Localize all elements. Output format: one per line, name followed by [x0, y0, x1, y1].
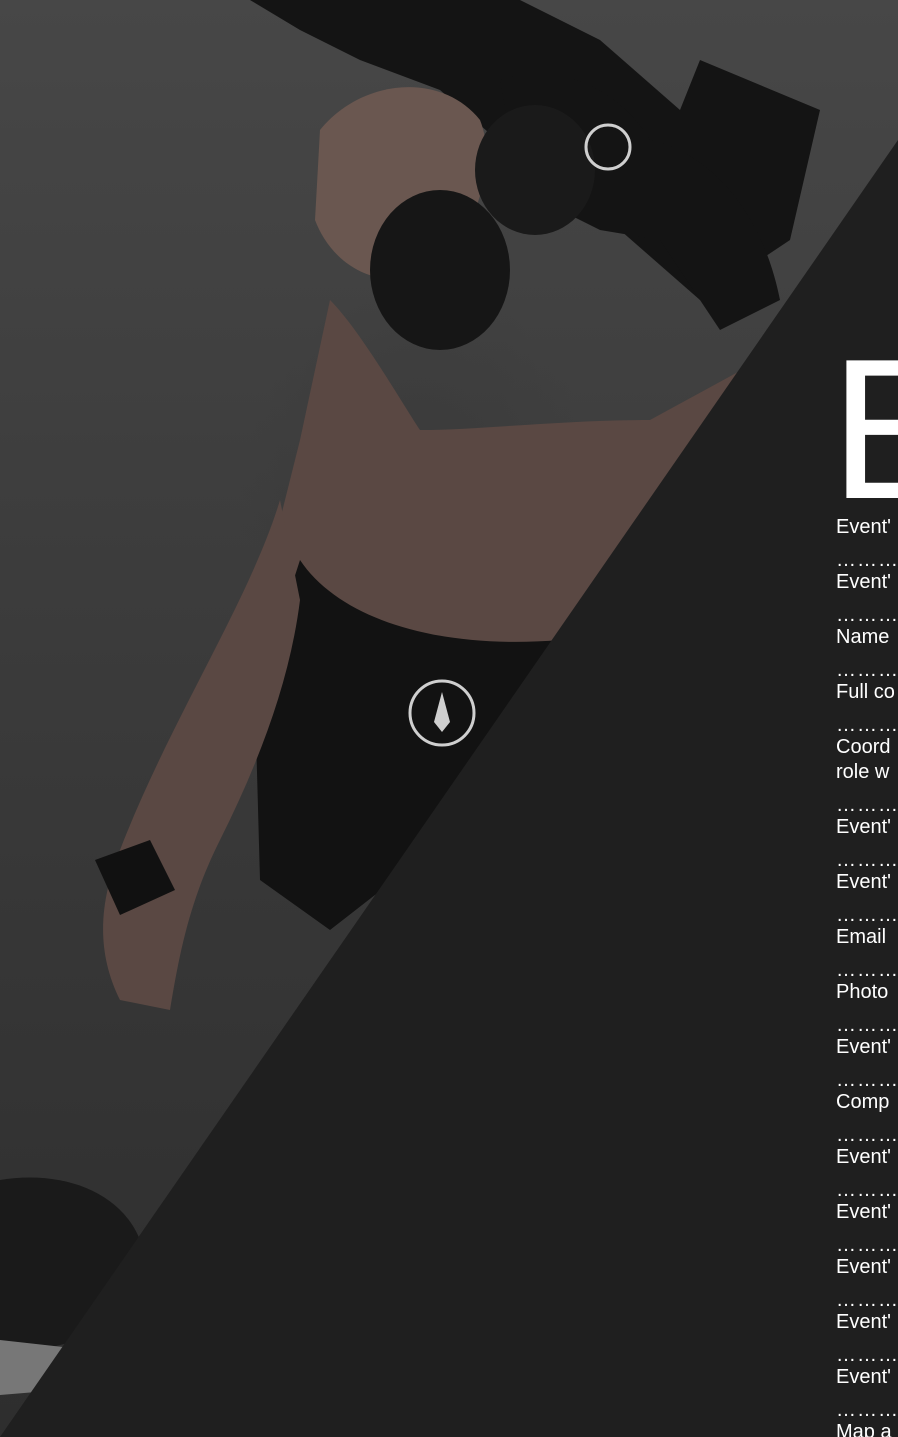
field-label: Event' [836, 516, 891, 538]
form-heading: E [830, 318, 898, 541]
field-label: Comp [836, 1091, 890, 1113]
form-field[interactable]: Comp …………………… [836, 1090, 898, 1146]
field-input-dots[interactable]: …………………… [836, 1115, 898, 1146]
form-field-list: Event' …………………… Event' …………………… Name ………… [836, 515, 898, 1437]
field-input-dots[interactable]: …………………… [836, 1390, 898, 1421]
field-input-dots[interactable]: …………………… [836, 1005, 898, 1036]
form-field[interactable]: Event' …………………… [836, 1145, 898, 1201]
form-field[interactable]: Event' …………………… [836, 1035, 898, 1091]
field-input-dots[interactable]: …………………… [836, 705, 898, 736]
field-input-dots[interactable]: …………………… [836, 540, 898, 571]
field-input-dots[interactable]: …………………… [836, 1170, 898, 1201]
field-label-line2: role w [836, 761, 890, 783]
form-field[interactable]: Event' …………………… [836, 1255, 898, 1311]
field-label: Event' [836, 816, 891, 838]
field-label: Event' [836, 1036, 891, 1058]
field-label: Event' [836, 1311, 891, 1333]
field-label: Event' [836, 871, 891, 893]
form-field[interactable]: Coord role w …………………… [836, 735, 898, 816]
field-label: Name [836, 626, 890, 648]
form-field[interactable]: Event' …………………… [836, 570, 898, 626]
field-input-dots[interactable]: …………………… [836, 595, 898, 626]
field-label: Full co [836, 681, 895, 703]
field-label: Event' [836, 1146, 891, 1168]
form-field[interactable]: Event' …………………… [836, 1200, 898, 1256]
field-label: Event' [836, 1366, 891, 1388]
form-field[interactable]: Name …………………… [836, 625, 898, 681]
field-label: Event' [836, 571, 891, 593]
field-label: Email [836, 926, 887, 948]
form-field[interactable]: Email …………………… [836, 925, 898, 981]
field-label: Event' [836, 1201, 891, 1223]
field-input-dots[interactable]: …………………… [836, 785, 898, 816]
page: E Event' …………………… Event' …………………… Name …… [0, 0, 898, 1437]
form-field[interactable]: Map a [836, 1420, 898, 1437]
field-input-dots[interactable]: …………………… [836, 1335, 898, 1366]
field-label: Event' [836, 1256, 891, 1278]
field-input-dots[interactable]: …………………… [836, 840, 898, 871]
field-input-dots[interactable]: …………………… [836, 1225, 898, 1256]
field-label: Photo [836, 981, 889, 1003]
form-field[interactable]: Event' …………………… [836, 1365, 898, 1421]
form-field[interactable]: Event' …………………… [836, 815, 898, 871]
field-input-dots[interactable]: …………………… [836, 895, 898, 926]
field-input-dots[interactable]: …………………… [836, 1060, 898, 1091]
form-field[interactable]: Event' …………………… [836, 1310, 898, 1366]
field-input-dots[interactable]: …………………… [836, 650, 898, 681]
form-field[interactable]: Full co …………………… [836, 680, 898, 736]
form-field[interactable]: Photo …………………… [836, 980, 898, 1036]
form-field[interactable]: Event' …………………… [836, 870, 898, 926]
field-input-dots[interactable]: …………………… [836, 950, 898, 981]
field-label: Coord [836, 736, 891, 758]
field-input-dots[interactable]: …………………… [836, 1280, 898, 1311]
field-label: Map a [836, 1421, 892, 1437]
form-field[interactable]: Event' …………………… [836, 515, 898, 571]
